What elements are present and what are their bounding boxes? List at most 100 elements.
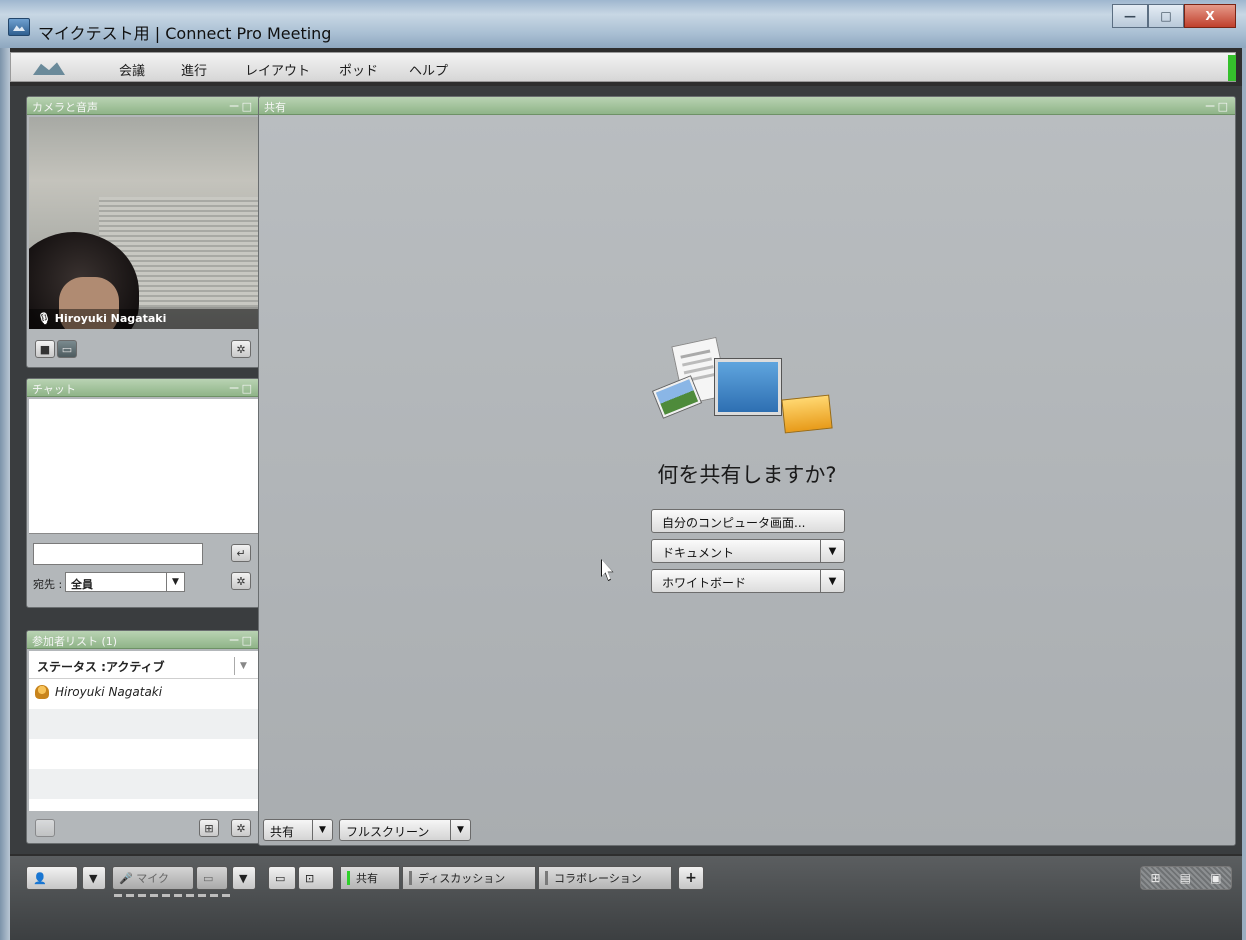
share-menu-label: 共有 [270, 825, 295, 839]
pod-header: 共有 ー□ [259, 97, 1235, 115]
audio-dropdown-button[interactable]: ▼ [232, 866, 256, 890]
stop-icon: ■ [39, 342, 51, 356]
attendee-list-pod: 参加者リスト (1) ー□ ステータス :アクティブ ▼ Hiroyuki Na… [26, 630, 260, 844]
send-button[interactable]: ↵ [231, 544, 251, 562]
camera-toggle-button[interactable]: ▭ [57, 340, 77, 358]
chevron-down-icon[interactable]: ▼ [820, 540, 844, 562]
pod-header: チャット ー□ [27, 379, 259, 397]
maximize-button[interactable]: □ [1148, 4, 1184, 28]
menu-layout[interactable]: レイアウト [245, 60, 310, 79]
window-titlebar: マイクテスト用 | Connect Pro Meeting — □ X [0, 0, 1246, 48]
recipient-value: 全員 [71, 578, 93, 591]
status-filter[interactable]: ステータス :アクティブ ▼ [29, 651, 258, 679]
camera-settings-button[interactable]: ✲ [231, 340, 251, 358]
active-tab-indicator [347, 871, 350, 885]
minimize-button[interactable]: — [1112, 4, 1148, 28]
raise-hand-button[interactable] [35, 819, 55, 837]
chat-messages [29, 399, 258, 534]
share-illustration [651, 336, 843, 447]
tab-discussion[interactable]: ディスカッション [402, 866, 536, 890]
tab-indicator [545, 871, 548, 885]
list-icon[interactable]: ▤ [1180, 871, 1191, 885]
window-controls: — □ X [1112, 4, 1236, 28]
chevron-down-icon[interactable]: ▼ [234, 657, 252, 675]
presenter-icon[interactable]: ▣ [1210, 871, 1221, 885]
pod-window-controls[interactable]: ー□ [229, 632, 254, 648]
chevron-down-icon[interactable]: ▼ [312, 820, 332, 840]
chevron-down-icon[interactable]: ▼ [820, 570, 844, 592]
camera-icon: ⊡ [305, 871, 315, 885]
chevron-down-icon[interactable]: ▼ [166, 573, 184, 591]
camera-voice-pod: カメラと音声 ー□ 🎙 Hiroyuki Nagataki ■ ▭ ✲ [26, 96, 260, 368]
presenter-name-label: 🎙 Hiroyuki Nagataki [29, 309, 258, 329]
status-button[interactable]: 👤 [26, 866, 78, 890]
pod-title: 共有 [264, 101, 286, 114]
menu-manage[interactable]: 進行 [181, 60, 207, 79]
gear-icon: ✲ [236, 574, 246, 588]
chat-pod: チャット ー□ ↵ 宛先 : 全員 ▼ ✲ [26, 378, 260, 608]
tab-collaboration[interactable]: コラボレーション [538, 866, 672, 890]
camera-icon: ▭ [61, 342, 73, 356]
chat-settings-button[interactable]: ✲ [231, 572, 251, 590]
chat-message-input[interactable] [33, 543, 203, 565]
gear-icon: ✲ [236, 821, 246, 835]
window-left-border [0, 48, 10, 940]
microphone-label: マイク [136, 872, 169, 885]
host-icon [35, 685, 49, 699]
menu-pods[interactable]: ポッド [339, 60, 378, 79]
pod-window-controls[interactable]: ー□ [229, 98, 254, 114]
camera-share-button[interactable]: ⊡ [298, 866, 334, 890]
app-icon [8, 18, 30, 36]
share-content-area: 何を共有しますか? 自分のコンピュータ画面... ドキュメント ▼ ホワイトボー… [259, 115, 1235, 845]
tab-label: コラボレーション [554, 872, 642, 885]
list-item[interactable]: Hiroyuki Nagataki [35, 685, 162, 699]
grid-icon[interactable]: ⊞ [1151, 871, 1161, 885]
pod-header: カメラと音声 ー□ [27, 97, 259, 115]
microphone-icon: 🎤 [119, 871, 137, 885]
speaker-icon: ▭ [203, 871, 214, 885]
fullscreen-button[interactable]: フルスクリーン ▼ [339, 819, 471, 841]
screen-icon [715, 359, 781, 415]
close-button[interactable]: X [1184, 4, 1236, 28]
recipient-select[interactable]: 全員 ▼ [65, 572, 185, 592]
attendee-settings-button[interactable]: ✲ [231, 819, 251, 837]
status-person-icon: 👤 [33, 871, 47, 885]
tab-label: 共有 [356, 872, 378, 885]
share-whiteboard-label: ホワイトボード [662, 576, 747, 590]
share-document-button[interactable]: ドキュメント ▼ [651, 539, 845, 563]
recipient-label: 宛先 : [33, 578, 63, 591]
attendee-view-button[interactable]: ⊞ [199, 819, 219, 837]
pod-window-controls[interactable]: ー□ [1205, 98, 1230, 114]
share-screen-button[interactable]: 自分のコンピュータ画面... [651, 509, 845, 533]
gear-icon: ✲ [236, 342, 246, 356]
share-screen-label: 自分のコンピュータ画面... [662, 516, 806, 530]
status-dropdown-button[interactable]: ▼ [82, 866, 106, 890]
menu-help[interactable]: ヘルプ [409, 60, 448, 79]
attendee-name: Hiroyuki Nagataki [55, 685, 163, 699]
share-whiteboard-button[interactable]: ホワイトボード ▼ [651, 569, 845, 593]
webcam-video: 🎙 Hiroyuki Nagataki [29, 117, 258, 329]
stop-broadcast-button[interactable]: ■ [35, 340, 55, 358]
view-mode-controls[interactable]: ⊞ ▤ ▣ [1140, 866, 1232, 890]
grid-icon: ⊞ [204, 821, 214, 835]
meeting-control-bar: 👤 ▼ 🎤 マイク ▭ ▼ ▭ ⊡ 共有 ディスカッション コラボレーション +… [10, 856, 1242, 940]
status-filter-label: ステータス :アクティブ [37, 660, 165, 674]
tab-share[interactable]: 共有 [340, 866, 400, 890]
connect-logo-icon [33, 62, 65, 75]
menu-bar: 会議 進行 レイアウト ポッド ヘルプ [10, 52, 1236, 82]
microphone-button[interactable]: 🎤 マイク [112, 866, 194, 890]
pod-window-controls[interactable]: ー□ [229, 380, 254, 396]
menu-meeting[interactable]: 会議 [119, 60, 145, 79]
add-layout-button[interactable]: + [678, 866, 704, 890]
pod-header: 参加者リスト (1) ー□ [27, 631, 259, 649]
phone-icon: ▭ [275, 871, 286, 885]
speaker-button[interactable]: ▭ [196, 866, 228, 890]
tab-label: ディスカッション [418, 872, 506, 885]
share-menu-button[interactable]: 共有 ▼ [263, 819, 333, 841]
chevron-down-icon[interactable]: ▼ [450, 820, 470, 840]
phone-button[interactable]: ▭ [268, 866, 296, 890]
share-document-label: ドキュメント [662, 546, 735, 560]
meeting-stage: カメラと音声 ー□ 🎙 Hiroyuki Nagataki ■ ▭ ✲ チャット… [10, 86, 1242, 854]
window-right-border [1242, 48, 1246, 940]
share-question: 何を共有しますか? [657, 463, 837, 487]
